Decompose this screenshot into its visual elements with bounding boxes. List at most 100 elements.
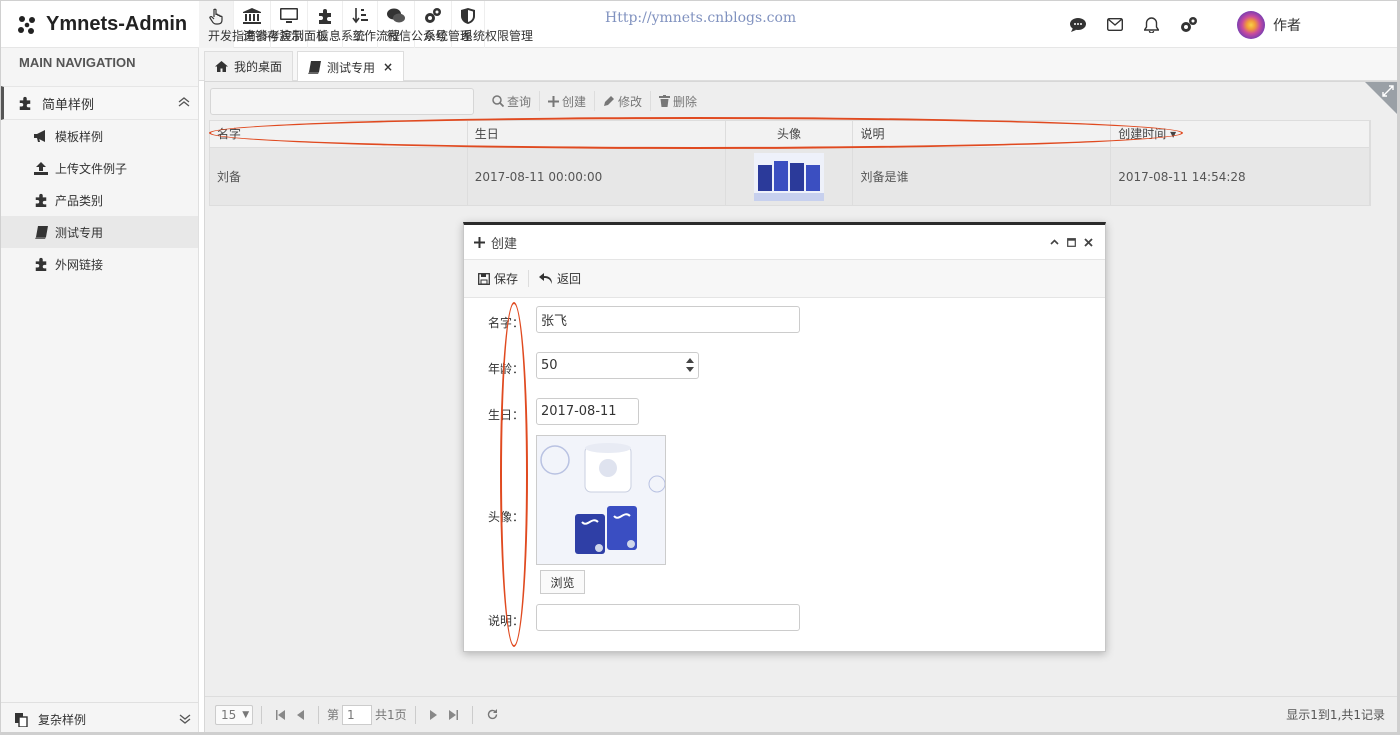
cell-description: 刘备是谁 <box>853 148 1112 205</box>
book-icon <box>308 60 321 74</box>
edit-button[interactable]: 修改 <box>595 91 652 111</box>
app-window: Ymnets-Admin 开发指南参考 进销存演示 控制面板 信息系统 工作流程 <box>0 0 1400 735</box>
nav-dev-guide[interactable]: 开发指南参考 <box>199 1 280 48</box>
mail-icon[interactable] <box>1096 1 1133 48</box>
prev-page-icon[interactable] <box>297 709 304 720</box>
pagination: 15 ▼ 第 1 共1页 显示1到1,共1记录 <box>205 696 1397 732</box>
product-photo <box>537 436 665 564</box>
chevron-down-icon[interactable] <box>179 713 191 727</box>
name-field[interactable]: 张飞 <box>536 306 800 333</box>
maximize-icon[interactable] <box>1067 237 1076 247</box>
next-page-icon[interactable] <box>429 709 437 720</box>
tab-strip: 我的桌面 测试专用 × <box>199 48 1397 82</box>
page-size-select[interactable]: 15 ▼ <box>215 704 253 725</box>
delete-label: 删除 <box>673 94 698 109</box>
close-icon[interactable] <box>1084 237 1093 247</box>
dialog-title: 创建 <box>491 236 518 252</box>
nav-label: 控制面板 <box>280 29 329 43</box>
edit-label: 修改 <box>618 94 643 109</box>
user-menu[interactable]: 作者 <box>1237 10 1301 39</box>
refresh-icon[interactable] <box>487 709 498 720</box>
sidebar-item-template[interactable]: 模板样例 <box>1 120 198 152</box>
birthday-field[interactable]: 2017-08-11 <box>536 398 639 425</box>
tab-label: 我的桌面 <box>234 60 283 74</box>
sidebar-item-upload[interactable]: 上传文件例子 <box>1 152 198 184</box>
shield-icon <box>461 7 475 25</box>
gears-icon <box>424 7 442 25</box>
create-label: 创建 <box>562 94 587 109</box>
book-icon <box>33 225 49 239</box>
divider <box>318 705 319 724</box>
top-tools: 作者 <box>1059 1 1397 48</box>
plus-icon <box>474 236 485 248</box>
delete-button[interactable]: 删除 <box>651 91 705 111</box>
age-value: 50 <box>541 358 558 373</box>
divider <box>471 705 473 724</box>
top-bar: Ymnets-Admin 开发指南参考 进销存演示 控制面板 信息系统 工作流程 <box>1 1 1397 48</box>
copy-icon <box>15 712 28 727</box>
expand-icon[interactable] <box>1382 85 1394 100</box>
spinner-arrows-icon[interactable] <box>686 358 694 372</box>
sidebar-item-label: 模板样例 <box>55 129 104 144</box>
sidebar-group-simple[interactable]: 简单样例 <box>1 86 198 120</box>
divider <box>414 705 416 724</box>
floppy-icon <box>478 272 490 285</box>
first-page-icon[interactable] <box>276 709 285 720</box>
chevron-up-icon[interactable] <box>178 96 190 111</box>
chat-icon[interactable] <box>1059 1 1096 48</box>
watermark: Http://ymnets.cnblogs.com <box>605 10 797 26</box>
close-icon[interactable]: × <box>383 60 393 74</box>
sidebar-item-label: 外网链接 <box>55 257 104 272</box>
dialog-controls <box>1042 237 1093 247</box>
dialog-titlebar: 创建 <box>464 225 1105 260</box>
nav-label: 微信公众号 <box>387 29 448 43</box>
app-logo[interactable]: Ymnets-Admin <box>1 1 199 48</box>
sort-icon <box>352 7 368 25</box>
age-stepper[interactable]: 50 <box>536 352 699 379</box>
record-info: 显示1到1,共1记录 <box>1286 708 1385 722</box>
dialog-toolbar: 保存 返回 <box>464 260 1105 298</box>
monitor-icon <box>280 7 298 25</box>
sidebar-group-complex[interactable]: 复杂样例 <box>1 702 199 732</box>
sidebar-item-label: 上传文件例子 <box>55 161 128 176</box>
divider <box>261 705 262 724</box>
query-button[interactable]: 查询 <box>484 91 541 111</box>
create-button[interactable]: 创建 <box>540 91 596 111</box>
minimize-icon[interactable] <box>1050 238 1059 247</box>
save-button[interactable]: 保存 <box>478 270 530 287</box>
sidebar: MAIN NAVIGATION 简单样例 模板样例 上传文件例子 产品类别 测试… <box>1 48 199 732</box>
puzzle-icon <box>33 257 49 271</box>
nav-label: 工作流程 <box>352 29 401 43</box>
sidebar-item-external-links[interactable]: 外网链接 <box>1 248 198 280</box>
bell-icon[interactable] <box>1133 1 1170 48</box>
cell-birthday: 2017-08-11 00:00:00 <box>468 148 726 205</box>
browse-button[interactable]: 浏览 <box>540 570 585 594</box>
sidebar-item-test[interactable]: 测试专用 <box>1 216 198 248</box>
undo-icon <box>539 272 553 285</box>
query-label: 查询 <box>507 94 532 109</box>
page-total: 共1页 <box>375 708 407 722</box>
trash-icon <box>659 95 671 107</box>
table-row[interactable]: 刘备 2017-08-11 00:00:00 刘备是谁 2017-08-11 1… <box>209 148 1371 206</box>
sidebar-item-product-category[interactable]: 产品类别 <box>1 184 198 216</box>
nav-label: 开发指南参考 <box>208 29 281 43</box>
search-input[interactable] <box>210 87 474 115</box>
cell-name: 刘备 <box>210 148 468 205</box>
avatar-preview <box>536 435 666 565</box>
description-field[interactable] <box>536 604 800 631</box>
labels-highlight-oval <box>500 302 528 647</box>
last-page-icon[interactable] <box>448 709 458 720</box>
page-input[interactable]: 1 <box>342 704 373 725</box>
page-prefix: 第 <box>327 708 340 722</box>
tab-desktop[interactable]: 我的桌面 <box>204 51 294 81</box>
puzzle-icon <box>317 7 333 25</box>
home-icon <box>215 61 228 72</box>
tab-test[interactable]: 测试专用 × <box>297 51 405 82</box>
sidebar-group-label: 简单样例 <box>42 97 95 113</box>
sidebar-item-label: 产品类别 <box>55 193 104 208</box>
sidebar-group-label: 复杂样例 <box>38 713 87 727</box>
back-label: 返回 <box>557 272 582 286</box>
save-label: 保存 <box>494 272 519 286</box>
settings-gears-icon[interactable] <box>1170 1 1207 48</box>
back-button[interactable]: 返回 <box>539 270 591 287</box>
